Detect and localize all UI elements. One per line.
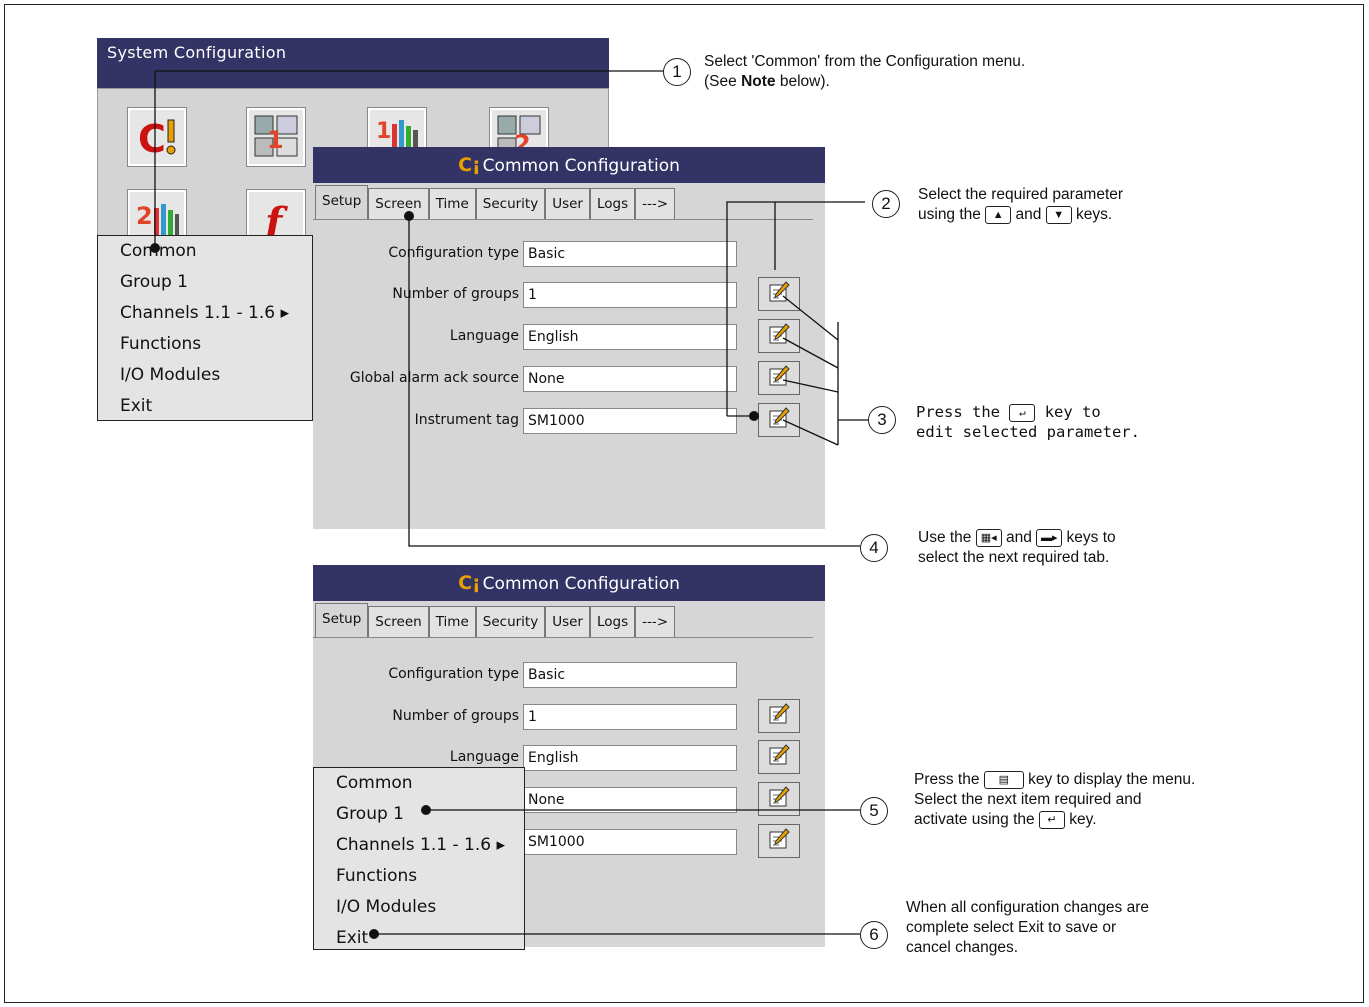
- leader-dot-1: [150, 243, 160, 253]
- enter-key-icon: ↵: [1038, 810, 1065, 829]
- up-arrow-key-icon: ▲: [985, 205, 1012, 224]
- callout-3-line2: edit selected parameter.: [916, 423, 1140, 441]
- callout-number-2: 2: [872, 190, 900, 218]
- callout-number-1: 1: [663, 58, 691, 86]
- callout-5-line2: Select the next item required and: [914, 791, 1142, 808]
- right-tab-key-icon: ▬▸: [1036, 528, 1063, 547]
- left-tab-key-icon: ▦◂: [975, 528, 1002, 547]
- leader-lines: [150, 70, 868, 939]
- leader-line-4: [408, 216, 860, 547]
- leader-dot-5: [421, 805, 431, 815]
- callout-1-line1: Select 'Common' from the Configuration m…: [704, 53, 1026, 70]
- callout-2-line1: Select the required parameter: [918, 186, 1124, 203]
- callout-4: Use the ▦◂ and ▬▸ keys to select the nex…: [918, 528, 1116, 568]
- callout-1-line2: (See Note below).: [704, 73, 830, 90]
- leader-line-3a: [782, 295, 839, 341]
- callout-2-line2: using the ▲ and ▼ keys.: [918, 205, 1113, 224]
- leader-line-3c: [782, 379, 839, 393]
- leader-line-2: [726, 201, 865, 416]
- leader-dot-4: [404, 211, 414, 221]
- callout-1: Select 'Common' from the Configuration m…: [704, 52, 1025, 92]
- callout-6-line2: complete select Exit to save or: [906, 919, 1117, 936]
- down-arrow-key-icon: ▼: [1045, 205, 1072, 224]
- callout-number-4: 4: [860, 534, 888, 562]
- leader-line-3b: [782, 337, 839, 369]
- callout-2: Select the required parameter using the …: [918, 185, 1123, 225]
- leader-line-1: [154, 70, 665, 248]
- leader-dot-3: [749, 411, 759, 421]
- callout-5: Press the ▤ key to display the menu. Sel…: [914, 770, 1195, 830]
- leader-dot-6: [369, 929, 379, 939]
- menu-key-icon: ▤: [983, 770, 1024, 789]
- callout-6: When all configuration changes are compl…: [906, 898, 1149, 958]
- callout-3: Press the ↵ key to edit selected paramet…: [916, 402, 1140, 442]
- enter-key-icon: ↵: [1009, 403, 1036, 422]
- callout-5-line3: activate using the ↵ key.: [914, 810, 1097, 829]
- callout-5-line1: Press the ▤ key to display the menu.: [914, 770, 1196, 789]
- callout-number-6: 6: [860, 921, 888, 949]
- callout-number-3: 3: [868, 406, 896, 434]
- leader-line-3d: [782, 419, 839, 446]
- callout-number-5: 5: [860, 797, 888, 825]
- callout-6-line1: When all configuration changes are: [906, 899, 1149, 916]
- callout-4-line2: select the next required tab.: [918, 549, 1110, 566]
- callout-6-line3: cancel changes.: [906, 939, 1019, 956]
- callout-4-line1: Use the ▦◂ and ▬▸ keys to: [918, 528, 1116, 547]
- callout-3-line1: Press the ↵ key to: [916, 403, 1101, 422]
